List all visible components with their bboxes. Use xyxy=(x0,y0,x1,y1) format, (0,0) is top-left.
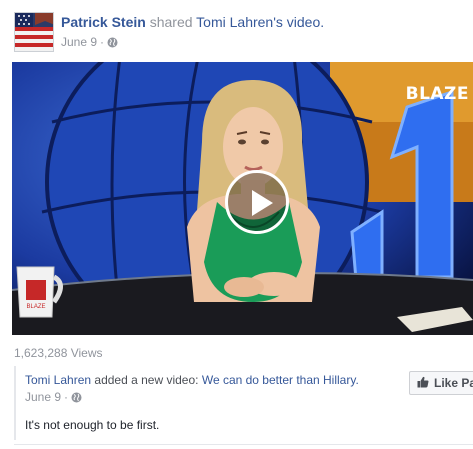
blaze-logo-text: BLAZE xyxy=(405,84,469,104)
globe-icon[interactable] xyxy=(107,37,118,48)
news-feed-post: Patrick Stein shared Tomi Lahren's video… xyxy=(0,0,473,449)
shared-action: added a new video: xyxy=(94,373,199,387)
shared-video-attachment: Tomi Lahren added a new video: We can do… xyxy=(14,366,473,440)
shared-meta-separator: · xyxy=(64,390,69,404)
meta-separator: · xyxy=(100,35,105,49)
shared-author-name[interactable]: Tomi Lahren xyxy=(25,373,91,387)
shared-video-title-link[interactable]: We can do better than Hillary. xyxy=(202,373,359,387)
shared-date[interactable]: June 9 xyxy=(25,390,61,404)
mug-label: BLAZE xyxy=(26,304,45,310)
shared-header: Tomi Lahren added a new video: We can do… xyxy=(25,373,359,387)
post-header: Patrick Stein shared Tomi Lahren's video… xyxy=(61,14,324,30)
blaze-logo: BLAZE xyxy=(406,84,469,104)
post-meta: June 9 · xyxy=(61,35,118,49)
shared-caption: It's not enough to be first. xyxy=(25,418,160,432)
thumbs-up-icon xyxy=(417,376,429,391)
shared-owner-name[interactable]: Tomi Lahren xyxy=(196,14,273,30)
author-name[interactable]: Patrick Stein xyxy=(61,14,146,30)
view-count: 1,623,288 Views xyxy=(14,346,103,360)
shared-owner-link[interactable]: Tomi Lahren's video. xyxy=(196,14,324,30)
flag-avatar-image xyxy=(15,13,53,51)
like-page-label: Like Pa xyxy=(434,376,473,390)
divider xyxy=(14,444,473,445)
shared-owner-suffix[interactable]: 's video. xyxy=(273,14,324,30)
globe-icon[interactable] xyxy=(71,392,82,403)
video-player[interactable]: BLAZE BLAZE xyxy=(12,62,473,335)
post-action: shared xyxy=(149,14,193,30)
post-date[interactable]: June 9 xyxy=(61,35,97,49)
like-page-button[interactable]: Like Pa xyxy=(409,371,473,395)
play-button[interactable] xyxy=(225,170,289,234)
play-icon xyxy=(252,190,273,216)
shared-meta: June 9 · xyxy=(25,390,82,404)
author-avatar[interactable] xyxy=(14,12,54,52)
